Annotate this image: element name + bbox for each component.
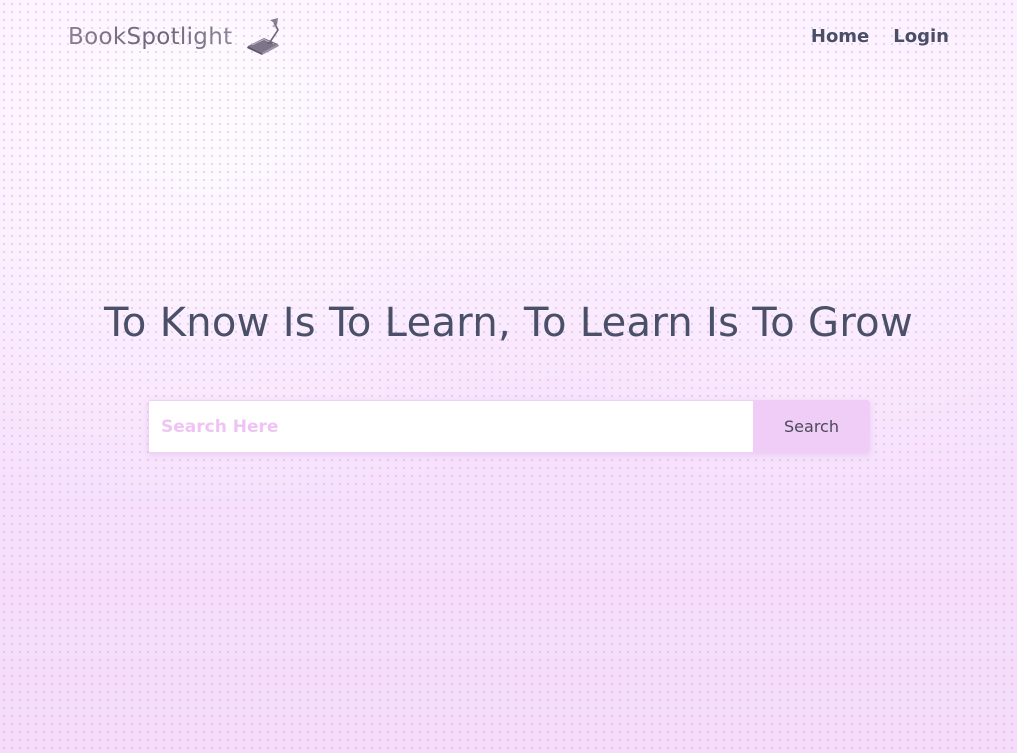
search-button[interactable]: Search: [753, 400, 870, 453]
nav-link-home[interactable]: Home: [811, 26, 869, 47]
brand-name: BookSpotlight: [68, 24, 233, 50]
nav-link-login[interactable]: Login: [893, 26, 949, 47]
navbar: BookSpotlight Home Login: [0, 0, 1017, 78]
search-bar: Search: [148, 400, 870, 453]
book-lamp-icon: [247, 18, 280, 55]
nav-links: Home Login: [811, 26, 949, 47]
hero-title: To Know Is To Learn, To Learn Is To Grow: [104, 300, 913, 346]
search-input[interactable]: [148, 400, 753, 453]
brand-logo[interactable]: BookSpotlight: [68, 18, 286, 56]
